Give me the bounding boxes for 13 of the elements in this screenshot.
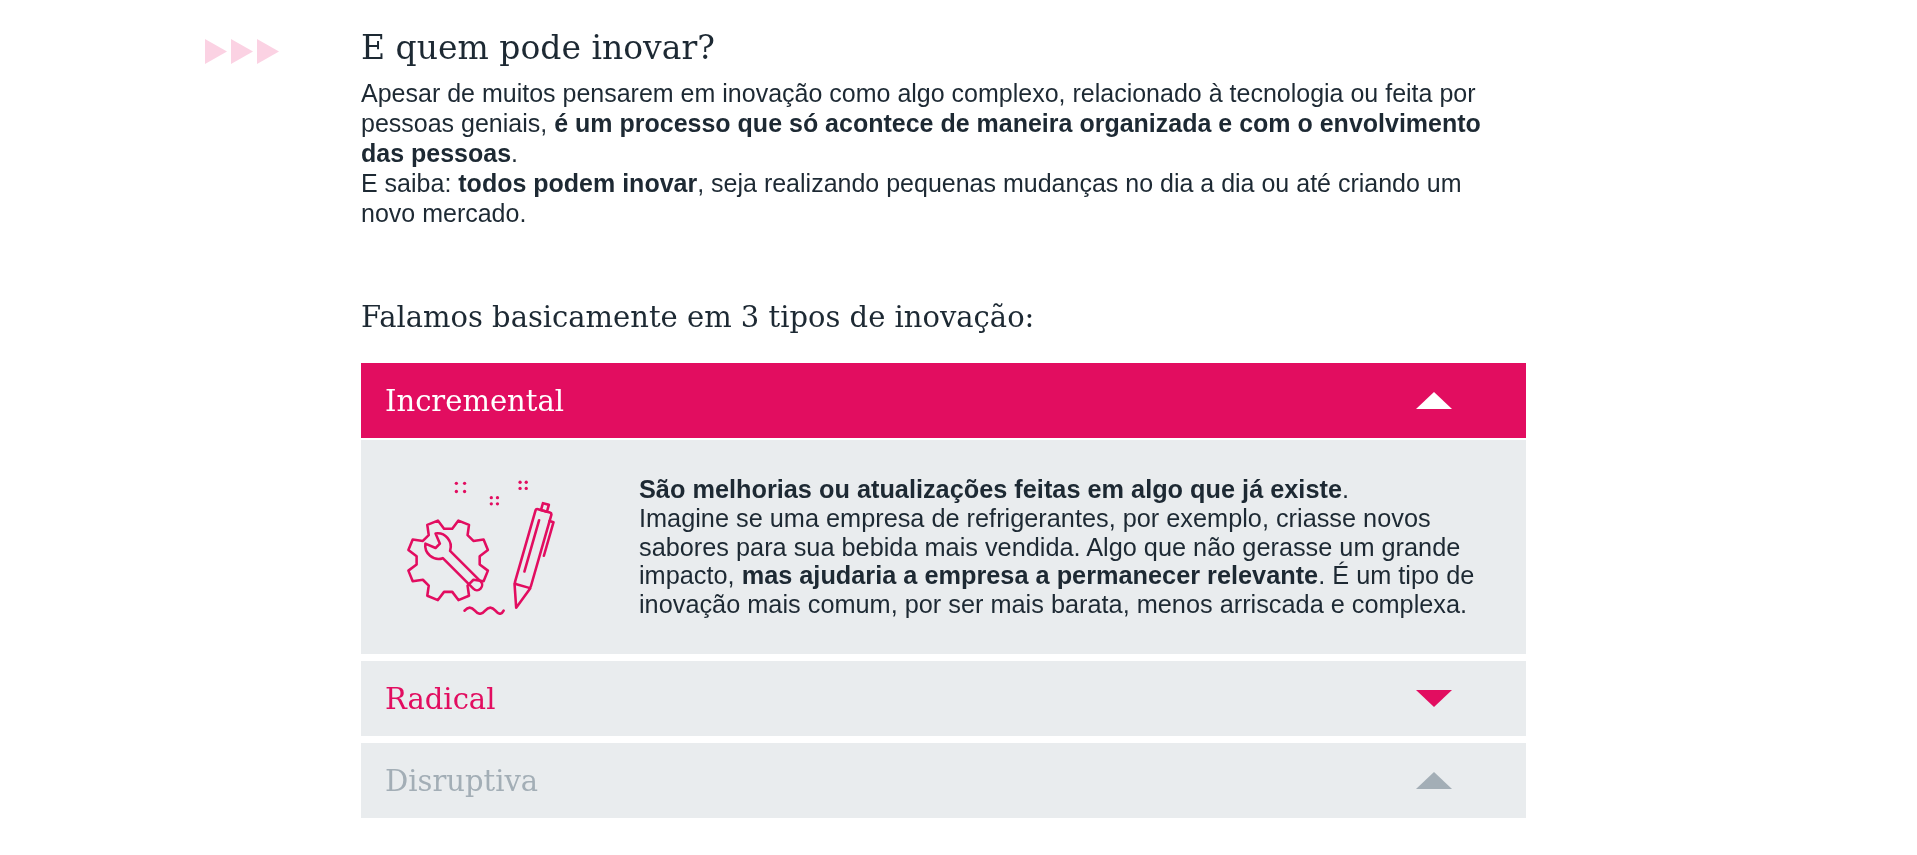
caret-up-icon <box>1416 392 1452 409</box>
intro-paragraph: E saiba: todos podem inovar, seja realizando pequenas mudanças no dia a dia ou até criando um novo mercado. <box>361 168 1463 228</box>
triangle-arrows-icon <box>205 39 280 64</box>
panel-paragraph: São melhorias ou atualizações feitas em algo que já existe. <box>639 475 1350 504</box>
section-heading: E quem pode inovar? <box>361 27 716 69</box>
panel-paragraph: Imagine se uma empresa de refrigerantes, por exemplo, criasse novos sabores para sua bebida mais vendida. Algo que não gerasse um grande impacto, mas ajudaria a empresa a permanecer relevante. É um tipo de inovação mais comum, por ser mais barata, menos arriscada e complexa. <box>639 503 1476 619</box>
caret-down-icon <box>1416 690 1452 707</box>
gear-pen-icon <box>405 479 555 615</box>
types-heading: Falamos basicamente em 3 tipos de inovação: <box>361 299 1036 336</box>
intro-paragraph: Apesar de muitos pensarem em inovação como algo complexo, relacionado à tecnologia ou feita por pessoas geniais, é um processo que só acontece de maneira organizada e com o envolvimento das pessoas. <box>361 78 1482 168</box>
accordion-header[interactable]: Radical <box>361 661 1526 736</box>
accordion-header[interactable]: Incremental <box>361 363 1526 438</box>
caret-up-icon <box>1416 772 1452 789</box>
